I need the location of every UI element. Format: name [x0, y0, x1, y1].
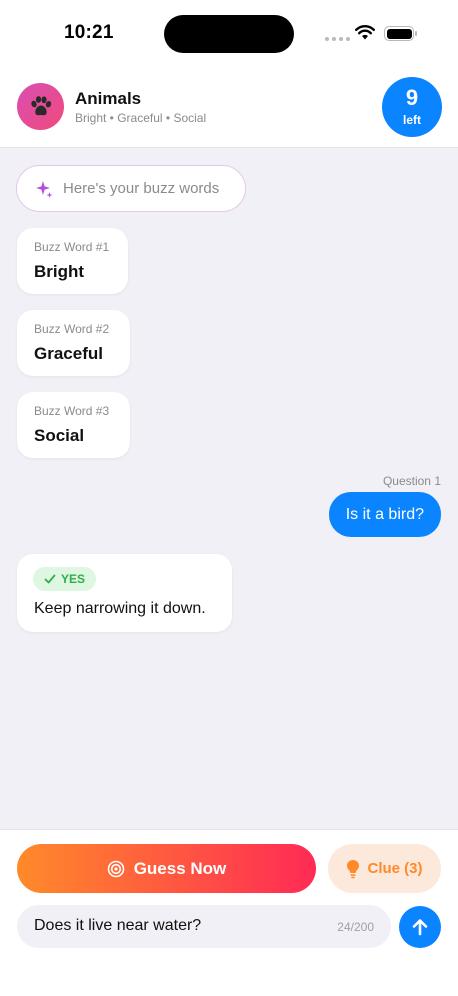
paw-icon: [30, 95, 51, 115]
answer-status-text: YES: [61, 572, 86, 586]
question-input-value[interactable]: Does it live near water?: [34, 917, 201, 935]
status-time: 10:21: [64, 22, 114, 43]
clue-label: Clue (3): [367, 860, 423, 877]
game-header: Animals Bright • Graceful • Social 9 lef…: [0, 70, 458, 148]
buzz-word-card: Buzz Word #2 Graceful: [17, 310, 130, 376]
arrow-up-icon: [412, 919, 428, 936]
character-count: 24/200: [337, 920, 374, 934]
sparkle-icon: [36, 180, 53, 198]
buzz-word-card: Buzz Word #1 Bright: [17, 228, 128, 294]
battery-icon: [384, 26, 417, 41]
action-panel: Guess Now Clue (3) Does it live near wat…: [0, 829, 458, 996]
dynamic-island: [164, 15, 294, 53]
answer-text: Keep narrowing it down.: [34, 600, 206, 617]
checkmark-icon: [44, 574, 56, 584]
send-button[interactable]: [399, 906, 441, 948]
buzz-words-intro-text: Here's your buzz words: [63, 180, 220, 197]
lightbulb-icon: [347, 859, 360, 878]
buzz-word-card: Buzz Word #3 Social: [17, 392, 130, 458]
clue-button[interactable]: Clue (3): [328, 844, 441, 893]
answer-status-badge: YES: [33, 567, 97, 591]
remaining-label: left: [403, 113, 421, 127]
user-question-text: Is it a bird?: [345, 505, 424, 523]
answer-card: YES Keep narrowing it down.: [17, 554, 232, 632]
user-question-bubble: Is it a bird?: [328, 492, 441, 537]
remaining-questions-badge: 9 left: [382, 77, 442, 137]
category-subtitle: Bright • Graceful • Social: [75, 111, 207, 125]
buzz-word-value: Graceful: [34, 344, 103, 363]
target-icon: [107, 860, 125, 877]
category-title: Animals: [75, 89, 142, 108]
question-input[interactable]: Does it live near water? 24/200: [17, 905, 391, 948]
buzz-word-value: Bright: [34, 262, 85, 281]
category-avatar: [17, 83, 64, 130]
wifi-icon: [355, 25, 375, 40]
remaining-count: 9: [405, 85, 419, 110]
question-number-label: Question 1: [382, 474, 441, 488]
status-bar: 10:21: [0, 0, 458, 70]
buzz-word-label: Buzz Word #1: [34, 240, 110, 254]
buzz-word-value: Social: [34, 426, 85, 445]
buzz-words-intro: Here's your buzz words: [16, 165, 246, 212]
cellular-signal-icon: [325, 37, 350, 41]
guess-now-button[interactable]: Guess Now: [17, 844, 316, 893]
guess-now-label: Guess Now: [133, 858, 227, 878]
buzz-word-label: Buzz Word #3: [34, 404, 110, 418]
buzz-word-label: Buzz Word #2: [34, 322, 110, 336]
